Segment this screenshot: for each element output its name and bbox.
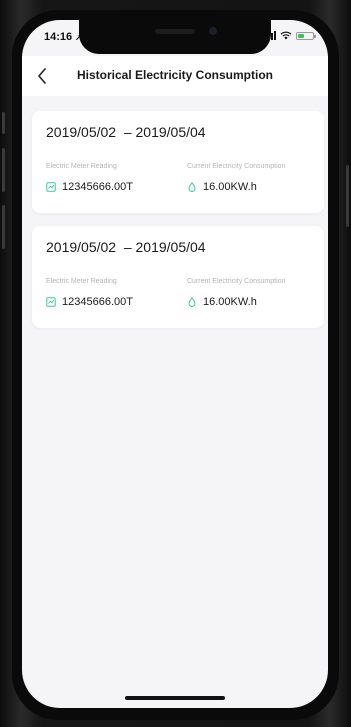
meter-icon xyxy=(46,297,56,307)
consumption-label: Current Electricity Consumption xyxy=(187,163,286,170)
meter-reading-label: Electric Meter Reading xyxy=(46,163,117,170)
battery-fill xyxy=(298,33,304,38)
electricity-drop-icon xyxy=(188,182,196,192)
date-range: 2019/05/02 – 2019/05/04 xyxy=(46,239,206,255)
volume-up-button xyxy=(2,148,5,192)
consumption-value: 16.00KW.h xyxy=(187,296,257,308)
status-time: 14:16 ➚ xyxy=(44,31,82,43)
navigation-bar: Historical Electricity Consumption xyxy=(22,56,328,96)
speaker xyxy=(155,29,195,34)
screen: 14:16 ➚ xyxy=(22,20,328,708)
electricity-drop-icon xyxy=(188,297,196,307)
meter-reading-label: Electric Meter Reading xyxy=(46,278,117,285)
front-camera xyxy=(209,27,217,35)
meter-reading-value: 12345666.00T xyxy=(46,181,133,193)
wifi-icon xyxy=(280,31,292,40)
home-indicator[interactable] xyxy=(125,696,225,700)
meter-reading-text: 12345666.00T xyxy=(62,296,133,308)
mute-switch xyxy=(2,112,5,134)
power-button xyxy=(346,165,349,227)
consumption-record-card[interactable]: 2019/05/02 – 2019/05/04 Electric Meter R… xyxy=(32,226,324,328)
consumption-value: 16.00KW.h xyxy=(187,181,257,193)
signal-icon xyxy=(265,31,276,40)
page-title: Historical Electricity Consumption xyxy=(76,68,274,82)
phone-frame: 14:16 ➚ xyxy=(0,0,351,727)
status-icons xyxy=(265,31,316,40)
battery-icon xyxy=(296,31,316,40)
date-range: 2019/05/02 – 2019/05/04 xyxy=(46,124,206,140)
consumption-label: Current Electricity Consumption xyxy=(187,278,286,285)
meter-reading-text: 12345666.00T xyxy=(62,181,133,193)
consumption-text: 16.00KW.h xyxy=(203,296,257,308)
volume-down-button xyxy=(2,205,5,249)
meter-reading-value: 12345666.00T xyxy=(46,296,133,308)
meter-icon xyxy=(46,182,56,192)
notch xyxy=(79,20,271,54)
status-time-text: 14:16 xyxy=(44,31,73,43)
consumption-record-card[interactable]: 2019/05/02 – 2019/05/04 Electric Meter R… xyxy=(32,111,324,213)
consumption-text: 16.00KW.h xyxy=(203,181,257,193)
